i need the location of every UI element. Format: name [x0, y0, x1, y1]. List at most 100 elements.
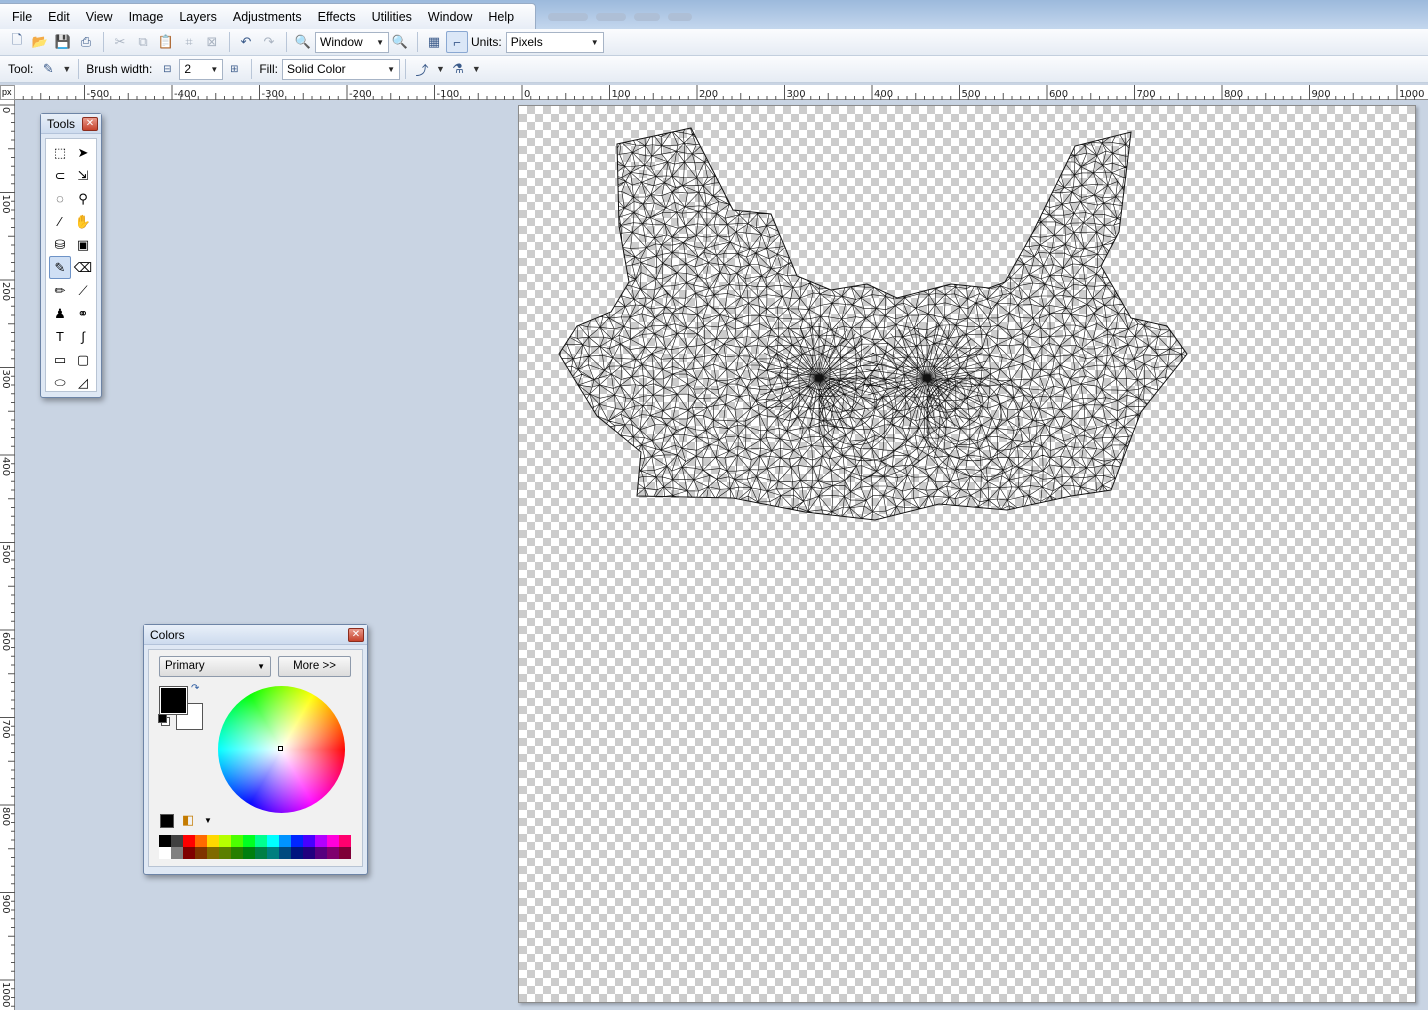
zoom-out-icon[interactable]: 🔍: [292, 31, 314, 53]
ellipse-icon[interactable]: ⬭: [49, 371, 71, 394]
chevron-down-icon[interactable]: ▼: [436, 64, 445, 74]
palette-swatch[interactable]: [279, 847, 291, 859]
move-selection-2-icon[interactable]: ⇲: [72, 164, 94, 187]
menu-utilities[interactable]: Utilities: [364, 6, 420, 28]
blend-mode-icon[interactable]: ⚗: [447, 58, 469, 80]
open-icon[interactable]: 📂: [29, 31, 51, 53]
palette-swatch[interactable]: [279, 835, 291, 847]
paste-icon[interactable]: 📋: [155, 31, 177, 53]
chevron-down-icon[interactable]: ▼: [472, 64, 481, 74]
menu-layers[interactable]: Layers: [171, 6, 225, 28]
new-image-icon[interactable]: 🗋: [6, 31, 28, 53]
palette-swatch[interactable]: [243, 847, 255, 859]
menu-help[interactable]: Help: [480, 6, 522, 28]
palette-swatch[interactable]: [327, 847, 339, 859]
rounded-rectangle-icon[interactable]: ▢: [72, 348, 94, 371]
rulers-toggle-icon[interactable]: ⌐: [446, 31, 468, 53]
grid-icon[interactable]: ▦: [423, 31, 445, 53]
palette-swatch[interactable]: [159, 847, 171, 859]
palette-swatch[interactable]: [183, 847, 195, 859]
color-picker-icon[interactable]: ⟋: [72, 279, 94, 302]
palette-swatch[interactable]: [255, 847, 267, 859]
tools-window-title[interactable]: Tools ✕: [41, 114, 101, 134]
palette-swatch[interactable]: [339, 847, 351, 859]
chevron-down-icon[interactable]: ▼: [62, 64, 71, 74]
palette-swatch[interactable]: [171, 835, 183, 847]
palette-swatch[interactable]: [315, 835, 327, 847]
palette-swatch[interactable]: [195, 847, 207, 859]
image-canvas[interactable]: [518, 105, 1416, 1003]
paint-bucket-icon[interactable]: ⛁: [49, 233, 71, 256]
menu-file[interactable]: File: [4, 6, 40, 28]
primary-color-swatch[interactable]: [159, 686, 188, 715]
palette-swatch[interactable]: [267, 835, 279, 847]
swap-colors-icon[interactable]: ↷: [191, 683, 199, 694]
zoom-icon[interactable]: ⚲: [72, 187, 94, 210]
colors-window[interactable]: Colors ✕ Primary ▼ More >> ↷ ◧ ▼: [143, 624, 368, 875]
palette-swatch[interactable]: [327, 835, 339, 847]
color-palette[interactable]: [159, 835, 351, 859]
rectangle-icon[interactable]: ▭: [49, 348, 71, 371]
palette-swatch[interactable]: [291, 847, 303, 859]
pan-icon[interactable]: ✋: [72, 210, 94, 233]
close-icon[interactable]: ✕: [348, 628, 364, 642]
close-icon[interactable]: ✕: [82, 117, 98, 131]
paintbrush-icon[interactable]: ✎: [49, 256, 71, 279]
menu-image[interactable]: Image: [121, 6, 172, 28]
palette-swatch[interactable]: [159, 835, 171, 847]
more-button[interactable]: More >>: [278, 656, 351, 677]
cut-icon[interactable]: ✂: [109, 31, 131, 53]
magic-wand-icon[interactable]: ⁄: [49, 210, 71, 233]
menu-edit[interactable]: Edit: [40, 6, 78, 28]
copy-icon[interactable]: ⧉: [132, 31, 154, 53]
palette-swatch[interactable]: [231, 847, 243, 859]
add-to-palette-icon[interactable]: [160, 814, 174, 828]
colors-window-title[interactable]: Colors ✕: [144, 625, 367, 645]
print-icon[interactable]: ⎙: [75, 31, 97, 53]
palette-swatch[interactable]: [207, 835, 219, 847]
palette-swatch[interactable]: [243, 835, 255, 847]
paintbrush-icon[interactable]: ✎: [37, 58, 59, 80]
chevron-down-icon[interactable]: ▼: [204, 816, 212, 825]
palette-menu-icon[interactable]: ◧: [182, 812, 194, 828]
color-mode-select[interactable]: Primary ▼: [159, 656, 271, 677]
units-combo[interactable]: Pixels ▼: [505, 31, 604, 53]
palette-swatch[interactable]: [255, 835, 267, 847]
freeform-shape-icon[interactable]: ◿: [72, 371, 94, 394]
palette-swatch[interactable]: [303, 835, 315, 847]
clone-stamp-icon[interactable]: ♟: [49, 302, 71, 325]
palette-swatch[interactable]: [291, 835, 303, 847]
crop-to-selection-icon[interactable]: ⌗: [178, 31, 200, 53]
eraser-icon[interactable]: ⌫: [72, 256, 94, 279]
save-icon[interactable]: 💾: [52, 31, 74, 53]
deselect-icon[interactable]: ⊠: [201, 31, 223, 53]
recolor-icon[interactable]: ⚭: [72, 302, 94, 325]
line-curve-icon[interactable]: ∫: [72, 325, 94, 348]
palette-swatch[interactable]: [171, 847, 183, 859]
zoom-combo[interactable]: Window ▼: [315, 31, 389, 53]
fill-combo[interactable]: Solid Color ▼: [281, 58, 400, 80]
palette-swatch[interactable]: [183, 835, 195, 847]
menu-window[interactable]: Window: [420, 6, 480, 28]
palette-swatch[interactable]: [231, 835, 243, 847]
text-icon[interactable]: T: [49, 325, 71, 348]
reset-colors-icon[interactable]: [158, 714, 167, 723]
gradient-icon[interactable]: ▣: [72, 233, 94, 256]
rectangle-select-icon[interactable]: ⬚: [49, 141, 71, 164]
increase-width-icon[interactable]: ⊞: [223, 58, 245, 80]
antialiasing-icon[interactable]: ⤴: [411, 58, 433, 80]
move-selection-icon[interactable]: ➤: [72, 141, 94, 164]
palette-swatch[interactable]: [303, 847, 315, 859]
zoom-in-icon[interactable]: 🔍: [389, 31, 411, 53]
ellipse-select-icon[interactable]: ◌: [49, 187, 71, 210]
palette-swatch[interactable]: [267, 847, 279, 859]
palette-swatch[interactable]: [195, 835, 207, 847]
menu-effects[interactable]: Effects: [310, 6, 364, 28]
palette-swatch[interactable]: [219, 835, 231, 847]
decrease-width-icon[interactable]: ⊟: [156, 58, 178, 80]
menu-adjustments[interactable]: Adjustments: [225, 6, 310, 28]
tools-window[interactable]: Tools ✕ ⬚ ➤ ⊂ ⇲ ◌ ⚲ ⁄ ✋ ⛁ ▣ ✎ ⌫ ✏ ⟋ ♟ ⚭ T ∫ ▭ ▢ ⬭ ◿: [40, 113, 102, 398]
palette-swatch[interactable]: [339, 835, 351, 847]
menu-view[interactable]: View: [78, 6, 121, 28]
brush-width-combo[interactable]: 2 ▼: [179, 58, 224, 80]
